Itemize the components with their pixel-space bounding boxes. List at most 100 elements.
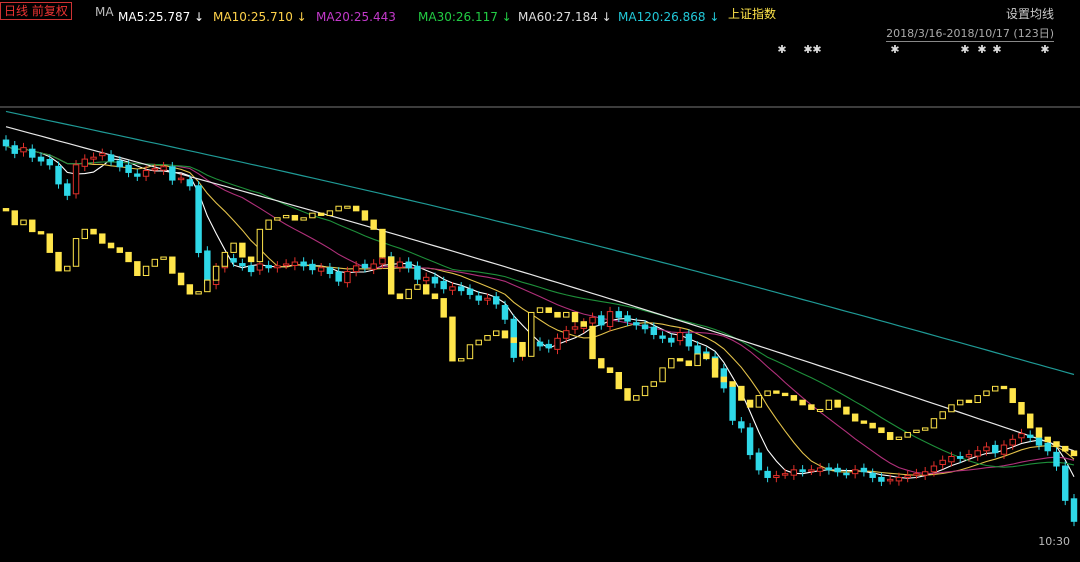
- candle: [134, 169, 141, 182]
- candle: [921, 466, 929, 480]
- overlay-candle: [414, 284, 421, 290]
- overlay-candle: [589, 325, 596, 360]
- candle: [72, 160, 80, 199]
- candle: [247, 261, 255, 277]
- overlay-candle: [615, 371, 623, 390]
- overlay-candle: [773, 390, 780, 394]
- event-marker-icon[interactable]: ✱: [1040, 43, 1049, 56]
- overlay-candle: [1053, 441, 1060, 447]
- overlay-candle: [90, 228, 97, 235]
- candle: [571, 322, 579, 334]
- chart-title[interactable]: 日线 前复权: [0, 2, 72, 20]
- candle: [554, 333, 561, 355]
- overlay-candle: [913, 429, 920, 434]
- candle: [300, 257, 307, 271]
- overlay-candle: [344, 205, 351, 209]
- overlay-candle: [247, 256, 255, 263]
- candle: [493, 291, 500, 309]
- overlay-candle: [449, 316, 456, 362]
- candle: [20, 142, 27, 157]
- overlay-candle: [843, 406, 850, 415]
- overlay-candle: [55, 251, 62, 272]
- overlay-candle: [983, 390, 990, 397]
- overlay-candle: [633, 395, 640, 401]
- overlay-candle: [195, 291, 202, 295]
- event-marker-icon[interactable]: ✱: [977, 43, 986, 56]
- candle: [799, 465, 806, 477]
- overlay-candle: [974, 395, 981, 404]
- overlay-candle: [99, 233, 106, 244]
- candle: [195, 181, 202, 258]
- set-ma-button[interactable]: 设置均线: [1006, 5, 1054, 22]
- overlay-candle: [37, 231, 45, 235]
- ma-value-ma120: MA120:26.868 ↓: [618, 10, 720, 24]
- overlay-candle: [1062, 445, 1069, 452]
- event-marker-icon[interactable]: ✱: [777, 43, 786, 56]
- last-time-label: 10:30: [1038, 535, 1070, 548]
- overlay-candle: [239, 242, 246, 258]
- overlay-candle: [431, 293, 439, 300]
- overlay-candle: [440, 298, 447, 318]
- candle: [352, 261, 360, 277]
- candle: [37, 152, 45, 166]
- overlay-candle: [475, 339, 482, 346]
- overlay-candle: [746, 399, 754, 408]
- candle: [475, 291, 482, 305]
- overlay-candle: [668, 358, 675, 369]
- overlay-candle: [939, 411, 946, 420]
- overlay-candle: [282, 214, 290, 219]
- candle: [501, 300, 509, 324]
- overlay-candle: [729, 381, 736, 387]
- candle: [1018, 428, 1025, 443]
- overlay-candle: [816, 408, 824, 412]
- overlay-candle: [834, 399, 841, 408]
- event-marker-icon[interactable]: ✱: [890, 43, 899, 56]
- overlay-candle: [930, 418, 938, 429]
- event-marker-icon[interactable]: ✱: [992, 43, 1001, 56]
- overlay-candle: [352, 205, 360, 212]
- candle: [659, 331, 666, 344]
- candle: [676, 327, 684, 346]
- candle: [650, 322, 658, 340]
- overlay-candle: [387, 256, 395, 295]
- overlay-candle: [107, 242, 115, 249]
- overlay-label[interactable]: 上证指数: [728, 5, 776, 22]
- event-marker-icon[interactable]: ✱: [803, 43, 812, 56]
- candle: [991, 440, 999, 458]
- candle: [422, 272, 430, 286]
- overlay-candle: [755, 395, 763, 408]
- overlay-candle: [265, 219, 272, 230]
- candle: [309, 259, 316, 275]
- overlay-candle: [764, 390, 771, 397]
- kline-chart[interactable]: ✱ ✱ ✱ ✱ ✱ ✱ ✱ ✱: [0, 0, 1080, 562]
- overlay-candle: [1018, 402, 1025, 415]
- candle: [29, 144, 36, 162]
- overlay-candle: [860, 420, 868, 424]
- overlay-candle: [151, 258, 159, 267]
- candle: [46, 154, 53, 170]
- overlay-candle: [606, 367, 614, 373]
- overlay-candle: [501, 330, 509, 339]
- overlay-candle: [230, 242, 237, 253]
- overlay-candle: [519, 341, 526, 357]
- overlay-candle: [825, 399, 833, 410]
- overlay-candle: [1035, 427, 1043, 438]
- overlay-candle: [326, 210, 334, 216]
- overlay-candle: [11, 210, 18, 226]
- event-marker-icon[interactable]: ✱: [960, 43, 969, 56]
- event-marker-icon[interactable]: ✱: [812, 43, 821, 56]
- candle: [764, 466, 771, 483]
- overlay-candle: [1070, 450, 1078, 457]
- candle: [974, 446, 981, 461]
- overlay-candle: [799, 399, 806, 406]
- overlay-candle: [545, 307, 552, 313]
- overlay-candle: [554, 311, 561, 318]
- candle: [939, 455, 946, 470]
- candle: [755, 448, 763, 475]
- ma-value-ma20: MA20:25.443: [316, 10, 396, 24]
- overlay-candle: [948, 404, 955, 413]
- overlay-candle: [659, 367, 666, 383]
- overlay-candle: [921, 427, 929, 431]
- candle: [230, 253, 237, 267]
- overlay-candle: [64, 265, 71, 272]
